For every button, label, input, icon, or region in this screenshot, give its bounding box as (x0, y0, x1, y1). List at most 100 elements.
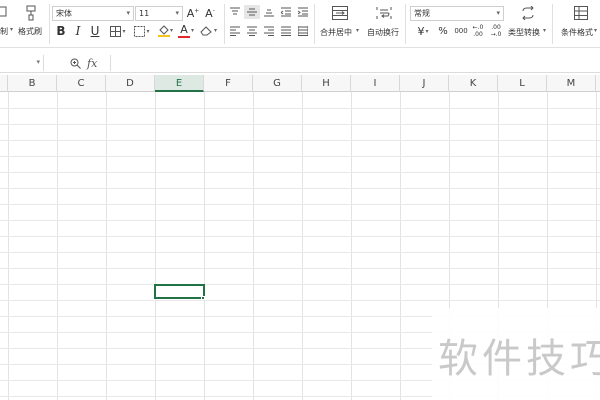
grid-column-line (400, 92, 401, 400)
column-header[interactable]: I (351, 75, 400, 92)
column-header[interactable]: M (547, 75, 596, 92)
column-header[interactable]: K (449, 75, 498, 92)
column-header-n-partial[interactable] (596, 75, 600, 92)
align-right-icon (264, 26, 274, 36)
bold-button[interactable]: B (55, 23, 67, 39)
font-size-select[interactable]: 11 ▾ (135, 6, 183, 21)
conditional-format-label[interactable]: 条件格式 (561, 27, 593, 38)
grid-column-line (155, 92, 156, 400)
grid-column-line (8, 92, 9, 400)
format-painter-label[interactable]: 格式刷 (18, 26, 42, 37)
zoom-search-icon[interactable] (70, 58, 81, 69)
align-center-button[interactable] (245, 24, 259, 38)
decrease-indent-button[interactable] (279, 5, 293, 19)
align-top-button[interactable] (228, 5, 242, 19)
grid-column-line (253, 92, 254, 400)
increase-indent-button[interactable] (296, 5, 310, 19)
distribute-button[interactable] (296, 24, 310, 38)
font-name-select[interactable]: 宋体 ▾ (52, 6, 134, 21)
watermark-text: 软件技巧 (438, 336, 600, 382)
column-header-active[interactable]: E (155, 75, 204, 92)
font-size-value: 11 (139, 9, 150, 18)
clear-button[interactable] (198, 23, 214, 39)
copy-label-partial[interactable]: 制 (0, 26, 8, 37)
underline-icon: U (90, 24, 100, 38)
increase-decimal-icon: ←.0 .00 (472, 24, 484, 38)
conditional-format-icon[interactable] (572, 4, 590, 22)
column-header[interactable]: F (204, 75, 253, 92)
watermark: 软件技巧 (432, 308, 600, 400)
column-header[interactable]: L (498, 75, 547, 92)
border-button[interactable]: ▾ (106, 23, 130, 39)
indent-icon (298, 7, 308, 17)
chevron-down-icon[interactable]: ▾ (356, 27, 359, 34)
wrap-text-icon[interactable] (374, 4, 394, 22)
decrease-decimal-icon: .00 →.0 (490, 24, 502, 38)
align-middle-icon (247, 8, 257, 16)
chevron-down-icon: ▾ (496, 9, 500, 17)
grid-row-line (0, 108, 600, 109)
decrease-decimal-button[interactable]: .00 →.0 (488, 22, 504, 40)
font-color-button[interactable]: A (177, 22, 191, 40)
grid-column-line (351, 92, 352, 400)
chevron-down-icon[interactable]: ▾ (170, 27, 173, 34)
wrap-text-label[interactable]: 自动换行 (367, 27, 399, 38)
grid-row-line (0, 220, 600, 221)
italic-button[interactable]: I (72, 23, 84, 39)
name-box[interactable]: ▾ (0, 55, 44, 71)
formula-input[interactable] (110, 55, 600, 71)
align-center-icon (247, 26, 257, 36)
increase-font-button[interactable]: A+ (186, 5, 200, 21)
cell-style-button[interactable]: ▾ (131, 23, 153, 39)
column-header-a-partial[interactable] (0, 75, 8, 92)
grid-column-line (106, 92, 107, 400)
thousands-icon: 000 (454, 27, 468, 35)
merge-center-icon[interactable] (330, 4, 350, 22)
column-header[interactable]: B (8, 75, 57, 92)
align-left-button[interactable] (228, 24, 242, 38)
copy-dropdown-icon[interactable]: ▾ (10, 26, 13, 33)
align-right-button[interactable] (262, 24, 276, 38)
percent-button[interactable]: % (436, 24, 450, 38)
chevron-down-icon[interactable]: ▾ (594, 27, 597, 34)
column-header[interactable]: G (253, 75, 302, 92)
underline-button[interactable]: U (89, 23, 101, 39)
increase-decimal-button[interactable]: ←.0 .00 (470, 22, 486, 40)
align-left-icon (230, 26, 240, 36)
font-color-icon: A (180, 23, 188, 36)
percent-icon: % (438, 25, 448, 37)
separator (49, 4, 50, 44)
eraser-icon (200, 26, 212, 36)
italic-icon: I (75, 24, 81, 38)
ribbon-toolbar: 制 ▾ 格式刷 宋体 ▾ 11 ▾ A+ A- B I U ▾ ▾ ▾ A ▾ … (0, 0, 600, 48)
thousands-separator-button[interactable]: 000 (453, 24, 469, 38)
chevron-down-icon[interactable]: ▾ (214, 27, 217, 34)
align-bottom-icon (264, 9, 274, 17)
copy-icon[interactable] (0, 4, 10, 20)
type-convert-icon[interactable] (519, 4, 537, 22)
currency-button[interactable]: ¥ ▾ (412, 24, 434, 38)
format-painter-icon[interactable] (22, 3, 40, 23)
decrease-font-button[interactable]: A- (203, 5, 217, 21)
fill-handle[interactable] (201, 296, 205, 300)
fx-icon[interactable]: fx (87, 57, 97, 70)
chevron-down-icon[interactable]: ▾ (191, 27, 194, 34)
column-header[interactable]: D (106, 75, 155, 92)
chevron-down-icon[interactable]: ▾ (543, 27, 546, 34)
merge-center-label[interactable]: 合并居中 (320, 27, 352, 38)
column-header[interactable]: C (57, 75, 106, 92)
justify-button[interactable] (279, 24, 293, 38)
chevron-down-icon[interactable]: ▾ (36, 58, 40, 66)
grid-row-line (0, 140, 600, 141)
type-convert-label[interactable]: 类型转换 (508, 27, 540, 38)
font-color-swatch (178, 36, 190, 38)
selected-cell[interactable] (154, 284, 205, 299)
number-format-select[interactable]: 常规 ▾ (410, 6, 504, 21)
grid-row-line (0, 300, 600, 301)
chevron-down-icon: ▾ (126, 9, 130, 17)
align-middle-button[interactable] (244, 5, 260, 19)
column-header[interactable]: H (302, 75, 351, 92)
column-header[interactable]: J (400, 75, 449, 92)
align-bottom-button[interactable] (262, 5, 276, 19)
grid-column-line (57, 92, 58, 400)
